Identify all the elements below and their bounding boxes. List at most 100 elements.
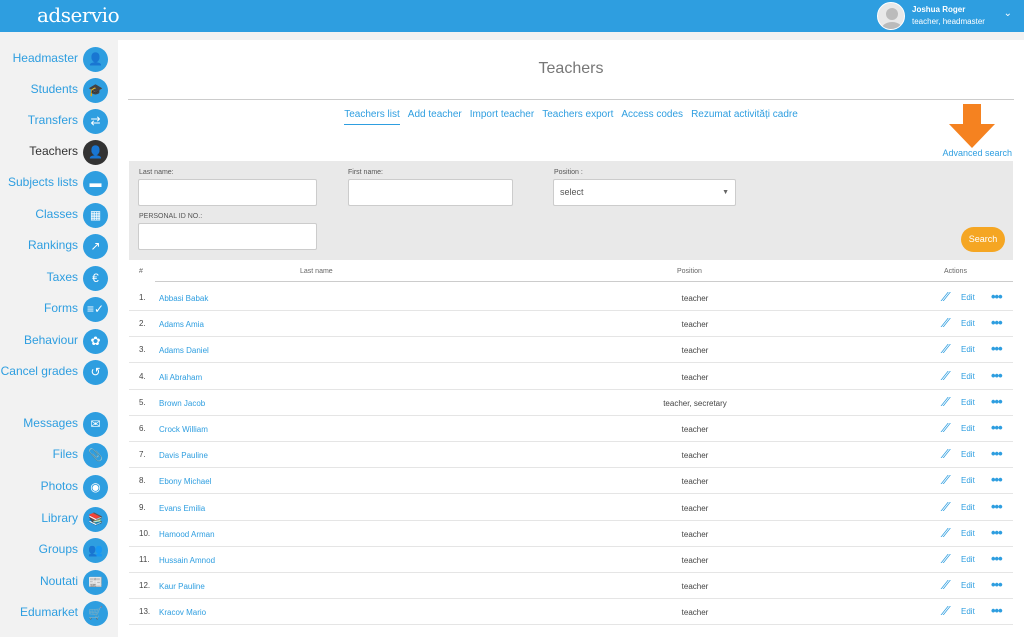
header-divider bbox=[929, 281, 1013, 282]
teacher-name-link[interactable]: Hussain Amnod bbox=[159, 556, 215, 565]
pencil-icon[interactable]: ∕∕ bbox=[943, 315, 950, 330]
edit-button[interactable]: Edit bbox=[961, 607, 975, 616]
sidebar-item-taxes[interactable]: Taxes € bbox=[0, 264, 116, 292]
more-options-icon[interactable]: ••• bbox=[991, 289, 1003, 304]
sidebar-item-noutati[interactable]: Noutati 📰 bbox=[0, 568, 116, 596]
teacher-name-link[interactable]: Hamood Arman bbox=[159, 530, 215, 539]
column-header-position[interactable]: Position bbox=[677, 268, 702, 275]
column-header-last-name[interactable]: Last name bbox=[300, 268, 333, 275]
pencil-icon[interactable]: ∕∕ bbox=[943, 577, 950, 592]
more-options-icon[interactable]: ••• bbox=[991, 420, 1003, 435]
tab-teachers-list[interactable]: Teachers list bbox=[344, 109, 400, 125]
edit-button[interactable]: Edit bbox=[961, 476, 975, 485]
more-options-icon[interactable]: ••• bbox=[991, 603, 1003, 618]
tab-access-codes[interactable]: Access codes bbox=[621, 109, 683, 124]
pencil-icon[interactable]: ∕∕ bbox=[943, 420, 950, 435]
first-name-input[interactable] bbox=[348, 179, 513, 206]
sidebar-item-classes[interactable]: Classes ▦ bbox=[0, 201, 116, 229]
tab-add-teacher[interactable]: Add teacher bbox=[408, 109, 462, 124]
teacher-name-link[interactable]: Kracov Mario bbox=[159, 608, 206, 617]
sidebar-item-cancel-grades[interactable]: Cancel grades ↺ bbox=[0, 358, 116, 386]
more-options-icon[interactable]: ••• bbox=[991, 341, 1003, 356]
tab-teachers-export[interactable]: Teachers export bbox=[542, 109, 613, 124]
more-options-icon[interactable]: ••• bbox=[991, 394, 1003, 409]
sidebar-item-rankings[interactable]: Rankings ↗ bbox=[0, 232, 116, 260]
more-options-icon[interactable]: ••• bbox=[991, 525, 1003, 540]
sidebar-item-library[interactable]: Library 📚 bbox=[0, 505, 116, 533]
position-select[interactable]: select ▼ bbox=[553, 179, 736, 206]
teacher-name-link[interactable]: Ebony Michael bbox=[159, 477, 211, 486]
edit-button[interactable]: Edit bbox=[961, 503, 975, 512]
edit-button[interactable]: Edit bbox=[961, 450, 975, 459]
edit-button[interactable]: Edit bbox=[961, 529, 975, 538]
pencil-icon[interactable]: ∕∕ bbox=[943, 368, 950, 383]
tab-rezumat-activit-i-cadre[interactable]: Rezumat activități cadre bbox=[691, 109, 798, 124]
teacher-name-link[interactable]: Crock William bbox=[159, 425, 208, 434]
edit-button[interactable]: Edit bbox=[961, 293, 975, 302]
edit-button[interactable]: Edit bbox=[961, 372, 975, 381]
row-number: 9. bbox=[139, 502, 146, 512]
more-options-icon[interactable]: ••• bbox=[991, 551, 1003, 566]
pencil-icon[interactable]: ∕∕ bbox=[943, 551, 950, 566]
pencil-icon[interactable]: ∕∕ bbox=[943, 499, 950, 514]
teacher-position: teacher bbox=[681, 503, 709, 513]
pencil-icon[interactable]: ∕∕ bbox=[943, 289, 950, 304]
row-number: 1. bbox=[139, 293, 146, 302]
row-number: 8. bbox=[139, 476, 146, 486]
pencil-icon[interactable]: ∕∕ bbox=[943, 394, 950, 409]
title-divider bbox=[128, 99, 1014, 100]
sidebar-item-groups[interactable]: Groups 👥 bbox=[0, 536, 116, 564]
sidebar-item-headmaster[interactable]: Headmaster 👤 bbox=[0, 45, 116, 73]
search-button[interactable]: Search bbox=[961, 227, 1005, 252]
sidebar-item-label: Forms bbox=[44, 301, 78, 315]
sidebar-item-photos[interactable]: Photos ◉ bbox=[0, 473, 116, 501]
edit-button[interactable]: Edit bbox=[961, 319, 975, 328]
more-options-icon[interactable]: ••• bbox=[991, 499, 1003, 514]
more-options-icon[interactable]: ••• bbox=[991, 446, 1003, 461]
teacher-name-link[interactable]: Davis Pauline bbox=[159, 451, 208, 460]
more-options-icon[interactable]: ••• bbox=[991, 368, 1003, 383]
pencil-icon[interactable]: ∕∕ bbox=[943, 603, 950, 618]
edit-button[interactable]: Edit bbox=[961, 398, 975, 407]
avatar[interactable] bbox=[877, 2, 905, 30]
pencil-icon[interactable]: ∕∕ bbox=[943, 446, 950, 461]
more-options-icon[interactable]: ••• bbox=[991, 472, 1003, 487]
edit-button[interactable]: Edit bbox=[961, 424, 975, 433]
app-logo[interactable]: adservio bbox=[37, 3, 120, 27]
teacher-name-link[interactable]: Evans Emilia bbox=[159, 504, 205, 513]
pencil-icon[interactable]: ∕∕ bbox=[943, 472, 950, 487]
teacher-name-link[interactable]: Adams Daniel bbox=[159, 346, 209, 355]
table-row: 6. Crock William teacher ∕∕ Edit ••• bbox=[129, 416, 1013, 442]
teacher-name-link[interactable]: Abbasi Babak bbox=[159, 294, 208, 303]
teacher-name-link[interactable]: Ali Abraham bbox=[159, 373, 202, 382]
transfers-icon: ⇄ bbox=[83, 109, 108, 134]
sidebar-item-transfers[interactable]: Transfers ⇄ bbox=[0, 107, 116, 135]
sidebar-item-behaviour[interactable]: Behaviour ✿ bbox=[0, 327, 116, 355]
edit-button[interactable]: Edit bbox=[961, 345, 975, 354]
tab-import-teacher[interactable]: Import teacher bbox=[470, 109, 534, 124]
sidebar-item-teachers[interactable]: Teachers 👤 bbox=[0, 138, 116, 166]
last-name-input[interactable] bbox=[138, 179, 317, 206]
chevron-down-icon[interactable]: ⌄ bbox=[1004, 8, 1012, 19]
pencil-icon[interactable]: ∕∕ bbox=[943, 525, 950, 540]
pencil-icon[interactable]: ∕∕ bbox=[943, 341, 950, 356]
sidebar-item-messages[interactable]: Messages ✉ bbox=[0, 410, 116, 438]
sidebar-item-students[interactable]: Students 🎓 bbox=[0, 76, 116, 104]
teacher-name-link[interactable]: Adams Amia bbox=[159, 320, 204, 329]
teacher-position: teacher bbox=[681, 608, 709, 618]
sidebar-item-files[interactable]: Files 📎 bbox=[0, 441, 116, 469]
personal-id-input[interactable] bbox=[138, 223, 317, 250]
user-menu[interactable]: Joshua Roger teacher, headmaster ⌄ bbox=[874, 0, 1024, 32]
teacher-position: teacher bbox=[681, 372, 709, 382]
sidebar-item-subjects-lists[interactable]: Subjects lists ▬ bbox=[0, 169, 116, 197]
sidebar-item-edumarket[interactable]: Edumarket 🛒 bbox=[0, 599, 116, 627]
more-options-icon[interactable]: ••• bbox=[991, 577, 1003, 592]
edit-button[interactable]: Edit bbox=[961, 581, 975, 590]
teacher-name-link[interactable]: Kaur Pauline bbox=[159, 582, 205, 591]
teacher-name-link[interactable]: Brown Jacob bbox=[159, 399, 205, 408]
sidebar-item-forms[interactable]: Forms ≡✓ bbox=[0, 295, 116, 323]
more-options-icon[interactable]: ••• bbox=[991, 315, 1003, 330]
sidebar-item-label: Groups bbox=[38, 542, 78, 556]
advanced-search-link[interactable]: Advanced search bbox=[942, 148, 1012, 158]
edit-button[interactable]: Edit bbox=[961, 555, 975, 564]
